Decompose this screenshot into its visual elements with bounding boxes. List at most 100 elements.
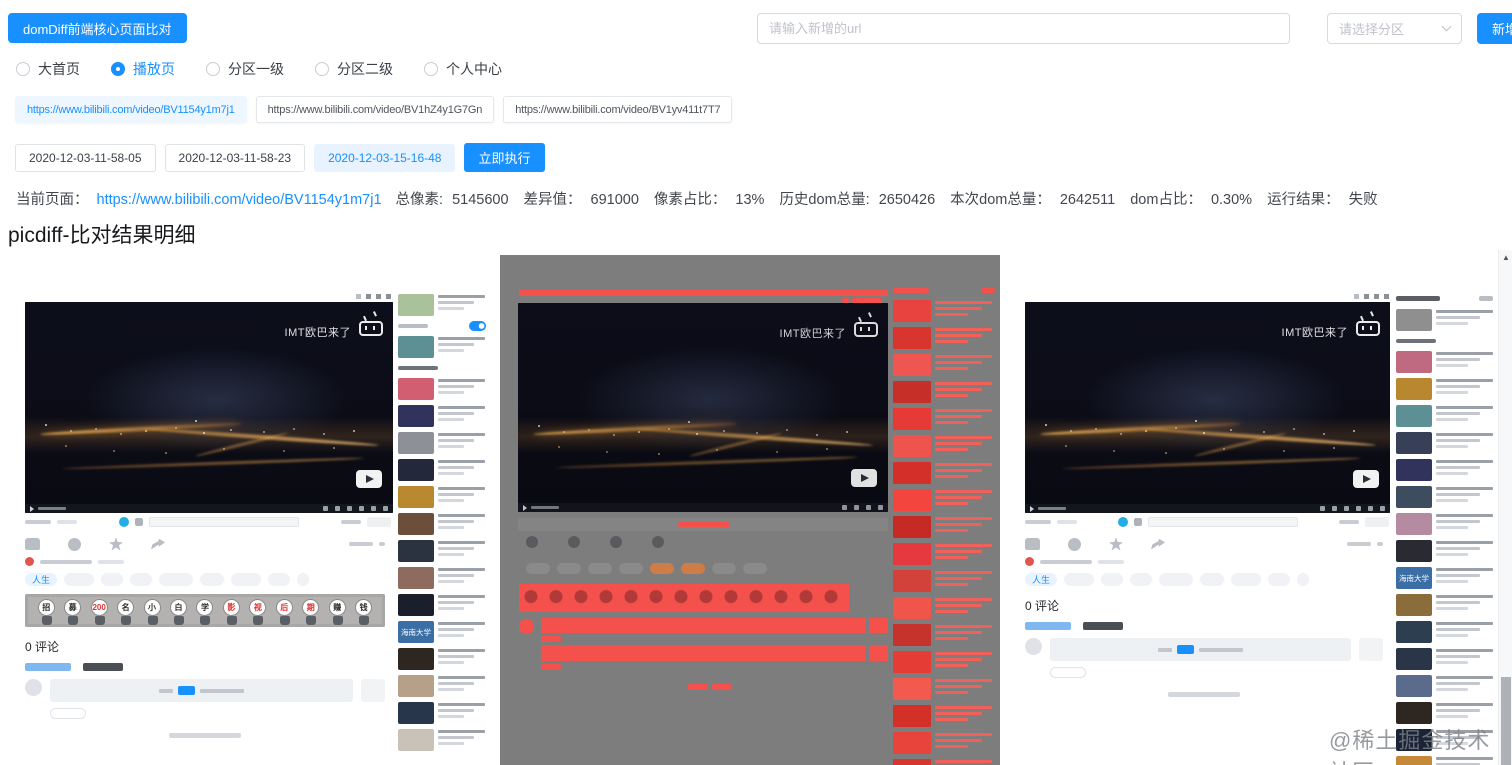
video-title-lines xyxy=(1436,621,1497,643)
run-tab-label: 2020-12-03-11-58-05 xyxy=(29,150,142,165)
related-video-item xyxy=(398,363,488,373)
video-thumbnail xyxy=(398,675,434,697)
related-video-item xyxy=(1396,729,1497,751)
banner-badge: 小 xyxy=(143,599,161,625)
highway-streak xyxy=(61,456,364,470)
video-title-lines xyxy=(1436,648,1497,670)
scrollbar-up-icon[interactable]: ▲ xyxy=(1499,253,1512,262)
stat-label: 本次dom总量： xyxy=(950,192,1051,208)
stat-value: 691000 xyxy=(590,192,639,208)
favorite-icon xyxy=(1109,537,1123,551)
video-title-lines xyxy=(438,513,488,535)
video-thumbnail xyxy=(398,486,434,508)
diff-thumbnail xyxy=(893,570,931,592)
banner-badge: 期 xyxy=(302,599,320,625)
add-button[interactable]: 新增 xyxy=(1477,13,1512,44)
diff-title-lines xyxy=(935,651,995,673)
related-video-item xyxy=(1396,540,1497,562)
url-tab[interactable]: https://www.bilibili.com/video/BV1yv411t… xyxy=(503,96,733,123)
page-type-radio[interactable]: 播放页 xyxy=(111,59,175,79)
player-control-bar xyxy=(1025,504,1390,513)
video-title-lines xyxy=(438,648,488,670)
video-title-lines xyxy=(438,729,488,751)
recruit-banner: 招 募 200 名 小 白 学 影 视 后 期 赚 钱 xyxy=(25,594,385,627)
speed-icon xyxy=(335,506,340,511)
url-tab[interactable]: https://www.bilibili.com/video/BV1hZ4y1G… xyxy=(255,96,495,123)
video-title-lines xyxy=(1436,309,1497,331)
diff-region-more-text xyxy=(688,684,708,690)
video-thumbnail xyxy=(1396,378,1432,400)
comments-count: 0 评论 xyxy=(1025,599,1060,613)
run-timestamp-tab[interactable]: 2020-12-03-15-16-48 xyxy=(314,143,456,172)
video-thumbnail xyxy=(1396,486,1432,508)
page-type-radio[interactable]: 分区一级 xyxy=(206,59,284,79)
current-page-url-link[interactable]: https://www.bilibili.com/video/BV1154y1m… xyxy=(97,192,382,208)
diff-list-item xyxy=(893,570,995,592)
diff-title-lines xyxy=(935,543,995,565)
video-player: IMT欧巴来了 xyxy=(1025,302,1390,513)
player-control-bar xyxy=(518,503,888,512)
url-tab-label: https://www.bilibili.com/video/BV1154y1m… xyxy=(27,103,235,116)
related-video-item xyxy=(1396,294,1497,304)
page-type-radio[interactable]: 大首页 xyxy=(16,59,80,79)
diff-thumbnail xyxy=(893,489,931,511)
new-url-input[interactable] xyxy=(757,13,1290,44)
danmaku-row xyxy=(15,514,395,530)
tags-row: 人生 xyxy=(1015,572,1393,586)
video-title-lines xyxy=(438,378,488,400)
section-title: picdiff-比对结果明细 xyxy=(8,224,196,247)
run-timestamp-tab[interactable]: 2020-12-03-11-58-05 xyxy=(15,143,156,172)
video-title-lines xyxy=(438,405,488,427)
tag-pill: 人生 xyxy=(1025,572,1058,586)
related-video-item xyxy=(1396,675,1497,697)
stats-group: 总像素: 5145600 差异值： 691000 像素占比： 13% 历史dom总量:… xyxy=(396,188,1393,209)
page-type-radio[interactable]: 个人中心 xyxy=(424,59,502,79)
comment-sort-tabs xyxy=(1025,622,1393,630)
video-title-lines xyxy=(1436,702,1497,724)
run-timestamp-tab[interactable]: 2020-12-03-11-58-23 xyxy=(164,143,306,172)
danmaku-input xyxy=(149,517,299,527)
video-thumbnail xyxy=(398,336,434,358)
related-video-item xyxy=(1396,378,1497,400)
app: domDiff前端核心页面比对 请选择分区 新增 大首页 播放页 分区一级 xyxy=(0,0,1512,765)
diff-title-lines xyxy=(935,759,995,765)
related-video-item xyxy=(398,486,488,508)
video-thumbnail xyxy=(398,405,434,427)
avatar xyxy=(1025,638,1042,655)
related-video-item xyxy=(398,675,488,697)
related-video-item xyxy=(398,540,488,562)
page-title-button[interactable]: domDiff前端核心页面比对 xyxy=(8,13,187,43)
video-thumbnail xyxy=(1396,594,1432,616)
diff-thumbnail xyxy=(893,651,931,673)
stat-item: 运行结果： 失败 xyxy=(1267,188,1378,209)
video-title-lines xyxy=(1436,567,1497,589)
video-thumbnail xyxy=(1396,648,1432,670)
execute-button[interactable]: 立即执行 xyxy=(464,143,545,172)
scrollbar-thumb[interactable] xyxy=(1501,677,1511,765)
url-tab[interactable]: https://www.bilibili.com/video/BV1154y1m… xyxy=(15,96,247,123)
video-title-lines xyxy=(1436,405,1497,427)
player-header-icons xyxy=(386,294,391,299)
like-icon xyxy=(25,538,40,550)
zone-select[interactable]: 请选择分区 xyxy=(1327,13,1462,44)
related-video-item xyxy=(1396,486,1497,508)
related-video-item xyxy=(398,729,488,751)
page-type-radio[interactable]: 分区二级 xyxy=(315,59,393,79)
video-title-lines xyxy=(438,432,488,454)
related-video-item xyxy=(398,594,488,616)
video-thumbnail xyxy=(1396,729,1432,751)
diff-list-item xyxy=(893,597,995,619)
action-row xyxy=(1015,534,1393,554)
danmaku-input xyxy=(1148,517,1298,527)
danmaku-send-button xyxy=(1365,517,1389,527)
related-video-item xyxy=(1396,459,1497,481)
page-scrollbar[interactable]: ▲ xyxy=(1498,250,1512,765)
video-thumbnail xyxy=(398,648,434,670)
bilibili-tv-play-icon xyxy=(1353,470,1379,488)
video-title-lines xyxy=(1436,378,1497,400)
danmaku-style-icon xyxy=(135,518,143,526)
current-page-label: 当前页面： xyxy=(16,192,89,208)
banner-badge: 名 xyxy=(117,599,135,625)
city-lights xyxy=(25,302,27,304)
video-title-lines xyxy=(1436,459,1497,481)
